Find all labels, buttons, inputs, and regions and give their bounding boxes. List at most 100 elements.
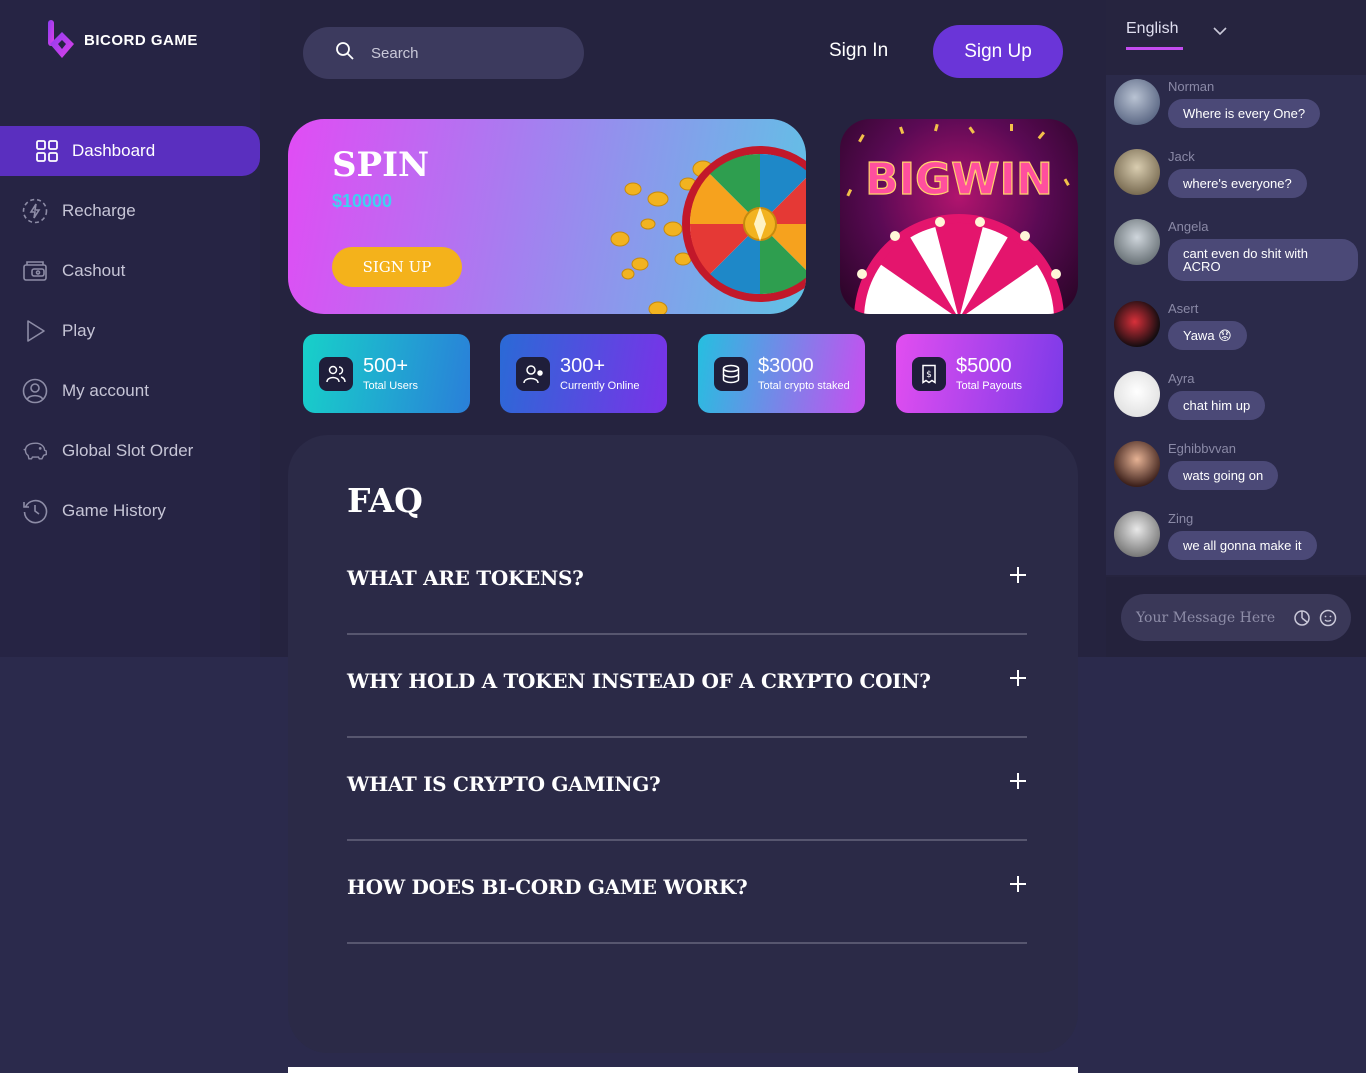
stat-label: Currently Online — [560, 380, 640, 392]
message-input[interactable]: Your Message Here — [1121, 594, 1351, 641]
emoji-icon[interactable] — [1319, 609, 1337, 627]
stat-value: $3000 — [758, 355, 814, 377]
stat-value: $5000 — [956, 355, 1012, 377]
brand-logo[interactable]: BICORD GAME — [46, 18, 198, 62]
play-icon — [22, 318, 48, 344]
sidebar-item-game-history[interactable]: Game History — [0, 486, 260, 536]
chat-bubble: chat him up — [1168, 391, 1266, 420]
chat-username: Zing — [1168, 511, 1194, 526]
faq-question: WHY HOLD A TOKEN INSTEAD OF A CRYPTO COI… — [347, 669, 931, 693]
chat-bubble: where's everyone? — [1168, 169, 1307, 198]
avatar[interactable] — [1114, 301, 1160, 347]
history-icon — [22, 498, 48, 524]
faq-title: FAQ — [347, 481, 423, 520]
sign-in-link[interactable]: Sign In — [829, 40, 888, 62]
grid-icon — [34, 138, 60, 164]
stat-card-currently-online: 300+ Currently Online — [500, 334, 667, 413]
search-input[interactable]: Search — [303, 27, 584, 79]
piggy-bank-icon — [22, 438, 48, 464]
avatar[interactable] — [1114, 149, 1160, 195]
sidebar-item-cashout[interactable]: Cashout — [0, 246, 260, 296]
chat-bubble: Yawa 😟 — [1168, 321, 1247, 350]
chat-bubble: we all gonna make it — [1168, 531, 1317, 560]
language-selector[interactable]: English — [1126, 20, 1178, 38]
sidebar-item-dashboard[interactable]: Dashboard — [0, 126, 260, 176]
faq-question: HOW DOES BI-CORD GAME WORK? — [347, 875, 748, 899]
promo-amount: $10000 — [332, 191, 393, 211]
chat-bubble: cant even do shit with ACRO — [1168, 239, 1358, 281]
plus-icon[interactable] — [1009, 875, 1027, 893]
faq-item[interactable]: HOW DOES BI-CORD GAME WORK? — [347, 841, 1027, 944]
chevron-down-icon[interactable] — [1213, 26, 1227, 36]
bigwin-text: BIGWIN — [865, 154, 1053, 205]
plus-icon[interactable] — [1009, 772, 1027, 790]
spin-promo-card[interactable]: SPIN $10000 SIGN UP — [288, 119, 806, 314]
faq-item[interactable]: WHY HOLD A TOKEN INSTEAD OF A CRYPTO COI… — [347, 635, 1027, 738]
stat-label: Total crypto staked — [758, 380, 850, 392]
receipt-icon: $ — [912, 356, 946, 391]
sidebar-item-recharge[interactable]: Recharge — [0, 186, 260, 236]
bigwin-illustration: BIGWIN — [846, 123, 1070, 314]
svg-text:$: $ — [926, 370, 932, 380]
user-online-icon — [516, 356, 550, 391]
chat-panel: English Norman Where is every One? Jack … — [1106, 0, 1366, 657]
faq-question: WHAT IS CRYPTO GAMING? — [347, 772, 661, 796]
timer-icon[interactable] — [1293, 609, 1311, 627]
faq-question: WHAT ARE TOKENS? — [347, 566, 584, 590]
chat-compose: Your Message Here — [1106, 577, 1366, 657]
chat-username: Asert — [1168, 301, 1199, 316]
user-icon — [22, 378, 48, 404]
sidebar-item-label: Game History — [62, 501, 166, 520]
sidebar-item-play[interactable]: Play — [0, 306, 260, 356]
logo-icon — [46, 18, 78, 62]
sidebar: BICORD GAME Dashboard Recharge Cashout P… — [0, 0, 260, 657]
sidebar-nav: Dashboard Recharge Cashout Play My accou… — [0, 126, 260, 546]
sidebar-item-global-slot-order[interactable]: Global Slot Order — [0, 426, 260, 476]
avatar[interactable] — [1114, 79, 1160, 125]
stat-card-total-payouts: $ $5000 Total Payouts — [896, 334, 1063, 413]
chat-bubble: wats going on — [1168, 461, 1279, 490]
chat-username: Jack — [1168, 149, 1195, 164]
sidebar-item-label: Global Slot Order — [62, 441, 194, 460]
sidebar-item-label: My account — [62, 381, 149, 400]
database-icon — [714, 356, 748, 391]
brand-name: BICORD GAME — [84, 31, 198, 49]
chat-username: Norman — [1168, 79, 1215, 94]
sidebar-item-label: Play — [62, 321, 96, 340]
faq-section: FAQ WHAT ARE TOKENS? WHY HOLD A TOKEN IN… — [288, 435, 1078, 1053]
avatar[interactable] — [1114, 511, 1160, 557]
wallet-icon — [22, 258, 48, 284]
sidebar-item-label: Recharge — [62, 201, 136, 220]
promo-title: SPIN — [332, 145, 430, 185]
sidebar-item-my-account[interactable]: My account — [0, 366, 260, 416]
plus-icon[interactable] — [1009, 669, 1027, 687]
faq-item[interactable]: WHAT ARE TOKENS? — [347, 532, 1027, 635]
stat-value: 300+ — [560, 355, 606, 377]
avatar[interactable] — [1114, 441, 1160, 487]
faq-item[interactable]: WHAT IS CRYPTO GAMING? — [347, 738, 1027, 841]
language-underline — [1126, 47, 1183, 50]
sidebar-item-label: Cashout — [62, 261, 126, 280]
chat-username: Ayra — [1168, 371, 1195, 386]
stat-label: Total Payouts — [956, 380, 1023, 392]
stat-value: 500+ — [363, 355, 409, 377]
chat-messages: Norman Where is every One? Jack where's … — [1106, 75, 1366, 575]
sign-up-button[interactable]: Sign Up — [933, 25, 1063, 78]
stat-label: Total Users — [363, 380, 419, 392]
stat-card-total-crypto-staked: $3000 Total crypto staked — [698, 334, 865, 413]
search-placeholder: Search — [371, 44, 419, 62]
search-icon — [335, 41, 355, 66]
prize-wheel-illustration — [610, 146, 806, 314]
stat-card-total-users: 500+ Total Users — [303, 334, 470, 413]
lightning-icon — [22, 198, 48, 224]
avatar[interactable] — [1114, 371, 1160, 417]
message-placeholder: Your Message Here — [1136, 609, 1276, 626]
promo-sign-up-button[interactable]: SIGN UP — [332, 247, 462, 287]
plus-icon[interactable] — [1009, 566, 1027, 584]
sidebar-item-label: Dashboard — [72, 141, 156, 160]
chat-username: Angela — [1168, 219, 1209, 234]
chat-username: Eghibbvvan — [1168, 441, 1236, 456]
avatar[interactable] — [1114, 219, 1160, 265]
bigwin-promo-card[interactable]: BIGWIN — [840, 119, 1078, 314]
footer-edge — [288, 1067, 1078, 1073]
